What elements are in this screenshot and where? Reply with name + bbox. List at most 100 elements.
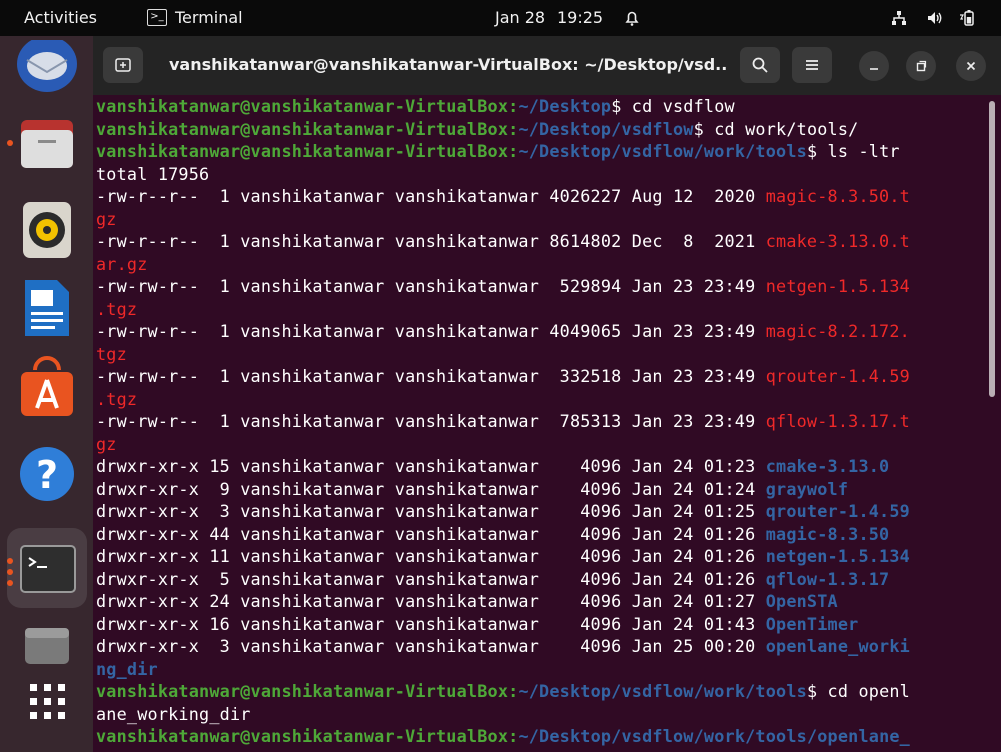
prompt-separator: :	[508, 681, 519, 701]
archive-name: .tgz	[96, 388, 138, 409]
file-meta: -rw-rw-r-- 1 vanshikatanwar vanshikatanw…	[96, 366, 766, 386]
top-bar: Activities >_ Terminal Jan 28 19:25	[0, 0, 1001, 36]
thunderbird-icon[interactable]	[13, 36, 81, 92]
file-meta: -rw-rw-r-- 1 vanshikatanwar vanshikatanw…	[96, 411, 766, 431]
notification-bell-icon[interactable]	[622, 9, 642, 29]
directory-name: OpenSTA	[765, 591, 838, 611]
prompt-user-host: vanshikatanwar@vanshikatanwar-VirtualBox	[96, 681, 509, 701]
file-meta: -rw-r--r-- 1 vanshikatanwar vanshikatanw…	[96, 231, 766, 251]
command-text: $ cd work/tools/	[693, 118, 859, 139]
prompt-user-host: vanshikatanwar@vanshikatanwar-VirtualBox	[96, 118, 509, 139]
file-meta: drwxr-xr-x 24 vanshikatanwar vanshikatan…	[96, 591, 766, 611]
activities-button[interactable]: Activities	[24, 8, 97, 27]
directory-name: cmake-3.13.0	[765, 456, 890, 476]
file-meta: drwxr-xr-x 3 vanshikatanwar vanshikatanw…	[96, 501, 766, 521]
terminal-line: .tgz	[96, 298, 986, 321]
terminal-line: -rw-rw-r-- 1 vanshikatanwar vanshikatanw…	[96, 320, 986, 343]
show-apps-icon[interactable]	[13, 676, 81, 732]
terminal-line: drwxr-xr-x 24 vanshikatanwar vanshikatan…	[96, 590, 986, 613]
command-text: $ cd vsdflow	[611, 96, 735, 116]
terminal-line: drwxr-xr-x 11 vanshikatanwar vanshikatan…	[96, 545, 986, 568]
output-text: total 17956	[96, 163, 210, 184]
prompt-path: ~/Desktop/vsdflow/work/tools	[518, 141, 807, 161]
prompt-path: ~/Desktop/vsdflow	[518, 118, 694, 139]
volume-icon[interactable]	[925, 9, 945, 29]
prompt-user-host: vanshikatanwar@vanshikatanwar-VirtualBox	[96, 96, 509, 116]
menu-button[interactable]	[792, 47, 832, 83]
svg-text:?: ?	[36, 453, 58, 497]
running-indicator	[7, 558, 13, 564]
terminal-line: total 17956	[96, 163, 986, 186]
archive-name: netgen-1.5.134	[765, 276, 910, 296]
search-button[interactable]	[740, 47, 780, 83]
terminal-line: vanshikatanwar@vanshikatanwar-VirtualBox…	[96, 118, 986, 141]
terminal-line: drwxr-xr-x 16 vanshikatanwar vanshikatan…	[96, 613, 986, 636]
prompt-separator: :	[508, 118, 519, 139]
terminal-icon[interactable]	[7, 528, 87, 608]
terminal-line: .tgz	[96, 388, 986, 411]
archive-name: tgz	[96, 343, 127, 364]
help-icon[interactable]: ?	[13, 438, 81, 506]
trash-icon[interactable]	[13, 624, 81, 664]
terminal-line: vanshikatanwar@vanshikatanwar-VirtualBox…	[96, 725, 986, 748]
directory-name: openlane_worki	[765, 636, 910, 656]
terminal-line: drwxr-xr-x 5 vanshikatanwar vanshikatanw…	[96, 568, 986, 591]
scrollbar[interactable]	[989, 101, 995, 397]
terminal-line: gz	[96, 208, 986, 231]
minimize-button[interactable]	[859, 51, 889, 81]
terminal-line: ane_working_dir	[96, 703, 986, 726]
app-menu[interactable]: Terminal	[175, 8, 243, 27]
new-tab-button[interactable]	[103, 47, 143, 83]
file-meta: -rw-r--r-- 1 vanshikatanwar vanshikatanw…	[96, 186, 766, 206]
terminal-window: vanshikatanwar@vanshikatanwar-VirtualBox…	[93, 36, 1001, 752]
prompt-path: ~/Desktop/vsdflow/work/tools	[518, 681, 807, 701]
rhythmbox-icon[interactable]	[13, 194, 81, 262]
terminal-line: -rw-r--r-- 1 vanshikatanwar vanshikatanw…	[96, 230, 986, 253]
prompt-separator: :	[508, 96, 519, 116]
close-button[interactable]	[956, 51, 986, 81]
archive-name: magic-8.3.50.t	[765, 186, 910, 206]
terminal-line: ng_dir	[96, 658, 986, 681]
app-center-icon[interactable]	[13, 356, 81, 424]
terminal-line: drwxr-xr-x 15 vanshikatanwar vanshikatan…	[96, 455, 986, 478]
file-meta: -rw-rw-r-- 1 vanshikatanwar vanshikatanw…	[96, 276, 766, 296]
clock-time[interactable]: 19:25	[557, 8, 603, 27]
file-meta: drwxr-xr-x 44 vanshikatanwar vanshikatan…	[96, 523, 766, 544]
archive-name: .tgz	[96, 298, 138, 319]
running-indicator	[7, 569, 13, 575]
clock-date[interactable]: Jan 28	[495, 8, 545, 27]
terminal-line: vanshikatanwar@vanshikatanwar-VirtualBox…	[96, 680, 986, 703]
prompt-separator: :	[508, 726, 519, 746]
archive-name: qflow-1.3.17.t	[765, 411, 910, 431]
window-title: vanshikatanwar@vanshikatanwar-VirtualBox…	[169, 55, 729, 74]
battery-icon[interactable]	[959, 9, 979, 29]
archive-name: gz	[96, 208, 117, 229]
terminal-output[interactable]: vanshikatanwar@vanshikatanwar-VirtualBox…	[96, 95, 986, 748]
file-meta: drwxr-xr-x 3 vanshikatanwar vanshikatanw…	[96, 636, 766, 656]
directory-name: qrouter-1.4.59	[765, 501, 910, 521]
dock: ?	[0, 36, 93, 752]
terminal-line: -rw-rw-r-- 1 vanshikatanwar vanshikatanw…	[96, 275, 986, 298]
network-icon[interactable]	[889, 9, 909, 29]
prompt-path: ~/Desktop	[518, 96, 612, 116]
file-meta: -rw-rw-r-- 1 vanshikatanwar vanshikatanw…	[96, 321, 766, 341]
directory-name: qflow-1.3.17	[765, 568, 890, 589]
terminal-body[interactable]: vanshikatanwar@vanshikatanwar-VirtualBox…	[93, 95, 1001, 752]
directory-name: OpenTimer	[765, 613, 859, 634]
archive-name: magic-8.2.172.	[765, 321, 910, 341]
output-text: ane_working_dir	[96, 703, 251, 724]
archive-name: gz	[96, 433, 117, 454]
terminal-line: -rw-rw-r-- 1 vanshikatanwar vanshikatanw…	[96, 410, 986, 433]
running-indicator	[7, 580, 13, 586]
maximize-button[interactable]	[906, 51, 936, 81]
terminal-line: drwxr-xr-x 3 vanshikatanwar vanshikatanw…	[96, 635, 986, 658]
directory-name: graywolf	[765, 478, 849, 499]
prompt-user-host: vanshikatanwar@vanshikatanwar-VirtualBox	[96, 141, 509, 161]
libreoffice-writer-icon[interactable]	[13, 274, 81, 342]
terminal-line: vanshikatanwar@vanshikatanwar-VirtualBox…	[96, 95, 986, 118]
prompt-separator: :	[508, 141, 519, 161]
files-icon[interactable]	[13, 110, 81, 178]
command-text: $ cd openl	[806, 681, 910, 701]
terminal-line: ar.gz	[96, 253, 986, 276]
header-bar: vanshikatanwar@vanshikatanwar-VirtualBox…	[93, 36, 1001, 95]
